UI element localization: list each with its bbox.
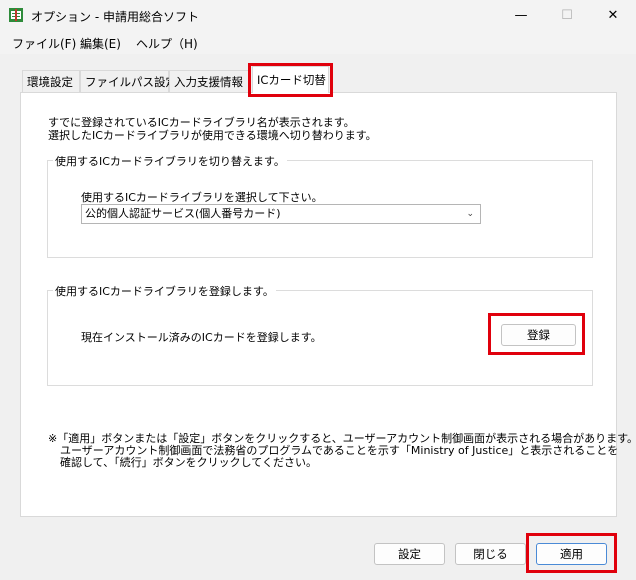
minimize-button[interactable]: — xyxy=(498,0,544,30)
register-description: 現在インストール済みのICカードを登録します。 xyxy=(81,331,322,344)
title-bar: オプション - 申請用総合ソフト — ☐ ✕ xyxy=(0,0,636,30)
maximize-icon: ☐ xyxy=(561,7,573,23)
register-group-title: 使用するICカードライブラリを登録します。 xyxy=(53,283,276,299)
intro-line-2: 選択したICカードライブラリが使用できる環境へ切り替わります。 xyxy=(48,129,377,142)
minimize-icon: — xyxy=(514,7,528,23)
tab-file-path[interactable]: ファイルパス設定 xyxy=(80,70,177,92)
menu-file[interactable]: ファイル(F) xyxy=(12,35,76,52)
highlight-box-register xyxy=(488,313,585,355)
close-window-button[interactable]: ✕ xyxy=(590,0,636,30)
library-select[interactable]: 公的個人認証サービス(個人番号カード) ⌄ xyxy=(81,204,481,224)
window-title: オプション - 申請用総合ソフト xyxy=(31,10,199,24)
intro-line-1: すでに登録されているICカードライブラリ名が表示されます。 xyxy=(48,116,355,129)
chevron-down-icon: ⌄ xyxy=(466,209,474,219)
close-button[interactable]: 閉じる xyxy=(455,543,526,565)
close-icon: ✕ xyxy=(607,7,619,23)
maximize-button: ☐ xyxy=(544,0,590,30)
tab-environment[interactable]: 環境設定 xyxy=(22,70,80,92)
tab-input-support[interactable]: 入力支援情報 xyxy=(169,70,250,92)
app-icon xyxy=(9,8,23,22)
menu-help[interactable]: ヘルプ（H) xyxy=(136,35,198,52)
highlight-box-tab xyxy=(248,63,333,97)
note-line-3: 確認して、「続行」ボタンをクリックしてください。 xyxy=(60,456,317,469)
switch-group-title: 使用するICカードライブラリを切り替えます。 xyxy=(53,153,287,169)
settings-button[interactable]: 設定 xyxy=(374,543,445,565)
highlight-box-apply xyxy=(526,533,617,573)
library-select-value: 公的個人認証サービス(個人番号カード) xyxy=(85,207,281,220)
menu-edit[interactable]: 編集(E) xyxy=(80,35,121,52)
select-library-label: 使用するICカードライブラリを選択して下さい。 xyxy=(81,191,323,204)
